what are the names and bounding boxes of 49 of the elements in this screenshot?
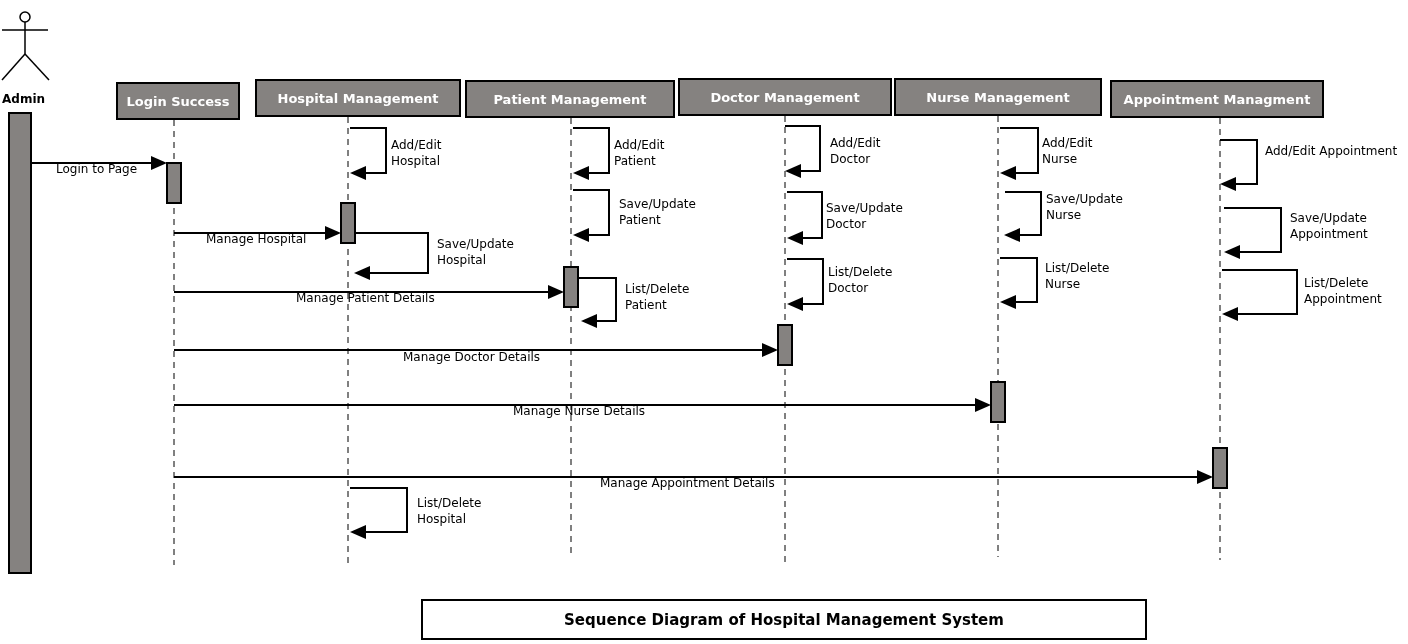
lifeline-header: Nurse Management — [894, 78, 1102, 116]
activation-bar — [1212, 447, 1228, 489]
self-message-arrow — [999, 127, 1039, 180]
message-label: Save/Update Nurse — [1046, 191, 1124, 223]
message-label: List/Delete Doctor — [828, 264, 894, 296]
message-label: List/Delete Hospital — [417, 495, 483, 527]
message-label: Add/Edit Patient — [614, 137, 666, 169]
message-label: Save/Update Doctor — [826, 200, 904, 232]
self-message-arrow — [784, 125, 821, 178]
self-message-arrow — [1219, 139, 1258, 191]
lifeline-header: Patient Management — [465, 80, 675, 118]
message-label: List/Delete Appointment — [1304, 275, 1383, 307]
activation-bar — [166, 162, 182, 204]
message-label: Manage Doctor Details — [403, 349, 541, 365]
activation-bar — [563, 266, 579, 308]
self-message-arrow — [786, 191, 823, 245]
self-message-arrow — [576, 277, 617, 328]
message-label: Manage Hospital — [206, 231, 307, 247]
message-label: Save/Update Appointment — [1290, 210, 1369, 242]
lifeline-header: Login Success — [116, 82, 240, 120]
lifeline-header: Doctor Management — [678, 78, 892, 116]
message-label: List/Delete Nurse — [1045, 260, 1111, 292]
message-label: Login to Page — [56, 161, 138, 177]
activation-bar — [777, 324, 793, 366]
message-label: Add/Edit Nurse — [1042, 135, 1094, 167]
message-label: Manage Appointment Details — [600, 475, 775, 491]
message-label: List/Delete Patient — [625, 281, 691, 313]
self-message-arrow — [349, 127, 387, 180]
self-message-arrow — [572, 127, 610, 180]
message-label: Add/Edit Appointment — [1265, 143, 1399, 159]
message-label: Manage Nurse Details — [513, 403, 646, 419]
message-label: Manage Patient Details — [296, 290, 435, 306]
self-message-arrow — [999, 257, 1038, 309]
diagram-title: Sequence Diagram of Hospital Management System — [421, 599, 1147, 640]
lifeline-header: Appointment Managment — [1110, 80, 1324, 118]
message-label: Add/Edit Hospital — [391, 137, 443, 169]
lifeline-header: Hospital Management — [255, 79, 461, 117]
self-message-arrow — [1004, 191, 1042, 242]
self-message-arrow — [1223, 207, 1282, 259]
message-label: Save/Update Hospital — [437, 236, 515, 268]
message-label: Add/Edit Doctor — [830, 135, 882, 167]
activation-bar — [990, 381, 1006, 423]
actor-icon — [1, 11, 50, 81]
message-label: Save/Update Patient — [619, 196, 697, 228]
self-message-arrow — [572, 189, 610, 242]
actor-name: Admin — [2, 92, 46, 106]
activation-bar — [340, 202, 356, 244]
self-message-arrow — [786, 258, 824, 311]
self-message-arrow — [349, 487, 408, 539]
